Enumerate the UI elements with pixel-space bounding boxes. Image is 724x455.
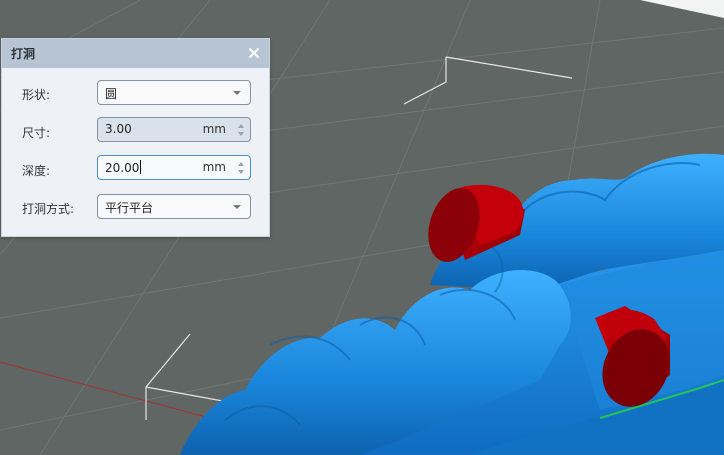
size-unit: mm <box>202 122 226 136</box>
size-label: 尺寸: <box>22 126 51 140</box>
close-button[interactable] <box>245 44 263 62</box>
spinner-arrows-icon[interactable] <box>236 121 246 139</box>
depth-label: 深度: <box>22 164 51 178</box>
depth-unit: mm <box>202 160 226 174</box>
spinner-arrows-icon[interactable] <box>236 159 246 177</box>
depth-value-wrap: 20.00 <box>105 160 142 175</box>
build-plate-edge <box>640 0 724 18</box>
drill-hole-dialog: 打洞 形状: 圆 尺寸: 3.00 mm 深度: 20.00 mm 打洞方式: … <box>1 38 270 237</box>
shape-select[interactable]: 圆 <box>97 80 251 105</box>
text-caret <box>140 160 142 174</box>
dialog-title: 打洞 <box>11 47 36 61</box>
dialog-header: 打洞 <box>2 39 269 68</box>
shape-value: 圆 <box>105 87 118 101</box>
3d-viewport[interactable]: 打洞 形状: 圆 尺寸: 3.00 mm 深度: 20.00 mm 打洞方式: … <box>0 0 724 455</box>
method-select[interactable]: 平行平台 <box>97 194 251 219</box>
depth-value: 20.00 <box>105 161 140 175</box>
size-value: 3.00 <box>105 122 132 136</box>
chevron-down-icon <box>233 91 241 95</box>
method-label: 打洞方式: <box>22 202 75 216</box>
method-value: 平行平台 <box>105 201 154 215</box>
chevron-down-icon <box>233 205 241 209</box>
depth-stepper[interactable]: 20.00 mm <box>97 155 251 180</box>
close-icon <box>248 47 260 59</box>
size-stepper[interactable]: 3.00 mm <box>97 117 251 142</box>
shape-label: 形状: <box>22 88 51 102</box>
